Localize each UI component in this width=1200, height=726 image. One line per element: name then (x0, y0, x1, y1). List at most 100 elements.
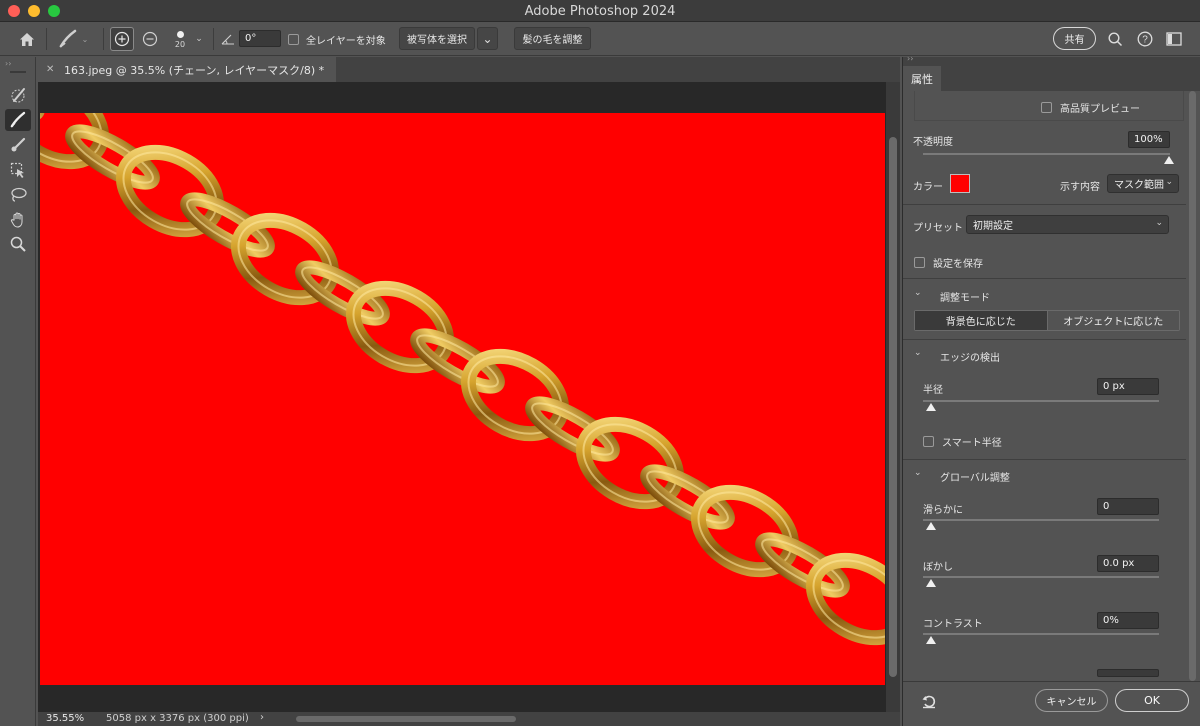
reset-icon (922, 695, 936, 709)
save-settings-checkbox[interactable]: 設定を保存 (914, 255, 983, 270)
adjust-mode-header[interactable]: 調整モード (940, 289, 990, 304)
color-label: カラー (913, 182, 943, 193)
add-to-selection-button[interactable] (110, 27, 134, 51)
object-selection-tool[interactable] (5, 159, 31, 181)
ok-button[interactable]: OK (1115, 689, 1189, 712)
angle-input[interactable]: 0° (239, 30, 281, 47)
canvas-vertical-scrollbar[interactable] (886, 82, 900, 712)
brush-size-picker[interactable]: 20 (168, 22, 192, 56)
preset-dropdown-value: 初期設定 (973, 221, 1013, 232)
refine-hair-button[interactable]: 髪の毛を調整 (514, 27, 591, 50)
canvas-area[interactable] (38, 82, 886, 712)
brush-tool[interactable] (5, 134, 31, 156)
tools-panel: ›› (0, 57, 36, 726)
help-button[interactable]: ? (1135, 22, 1155, 56)
smart-radius-checkbox[interactable]: スマート半径 (923, 434, 1002, 449)
quick-selection-brush-icon (11, 88, 25, 103)
cancel-button[interactable]: キャンセル (1035, 689, 1108, 712)
canvas[interactable] (40, 113, 885, 685)
show-label: 示す内容 (1060, 182, 1100, 193)
checkbox-box[interactable] (288, 33, 299, 45)
title-bar: Adobe Photoshop 2024 (0, 0, 1200, 22)
close-icon[interactable]: ✕ (46, 64, 56, 75)
share-button[interactable]: 共有 (1053, 27, 1096, 50)
chevron-down-icon: ⌄ (1155, 218, 1163, 228)
mode-object-aware[interactable]: オブジェクトに応じた (1046, 311, 1179, 330)
feather-slider-thumb[interactable] (926, 579, 936, 587)
contrast-label: コントラスト (923, 619, 983, 630)
panel-header-strip: ›› (903, 54, 1200, 66)
brush-dot-icon (176, 31, 184, 38)
lasso-icon (11, 187, 27, 202)
quick-selection-tool[interactable] (5, 84, 31, 106)
feather-slider-track[interactable] (923, 576, 1159, 578)
reset-button[interactable] (921, 693, 937, 712)
tab-properties[interactable]: 属性 (903, 66, 941, 91)
checkbox-box[interactable] (923, 436, 934, 447)
opacity-input[interactable]: 100% (1128, 131, 1170, 148)
scrollbar-thumb[interactable] (1189, 91, 1196, 681)
feather-label: ぼかし (923, 562, 953, 573)
document-tab-label: 163.jpeg @ 35.5% (チェーン, レイヤーマスク/8) * (64, 63, 325, 77)
sample-all-layers-label: 全レイヤーを対象 (306, 35, 386, 47)
hand-icon (10, 212, 23, 228)
contrast-input[interactable]: 0% (1097, 612, 1159, 629)
search-button[interactable] (1105, 22, 1125, 56)
panel-tabs: 属性 (903, 66, 1200, 91)
subtract-from-selection-button[interactable] (138, 22, 162, 56)
collapse-chevrons-icon[interactable]: ›› (907, 54, 913, 63)
horizontal-scrollbar-thumb[interactable] (296, 716, 516, 722)
select-subject-dropdown[interactable]: ⌄ (477, 27, 498, 50)
panel-vertical-scrollbar[interactable] (1187, 91, 1199, 681)
lasso-tool[interactable] (5, 184, 31, 206)
preset-dropdown[interactable]: 初期設定 ⌄ (966, 215, 1169, 234)
smooth-slider-track[interactable] (923, 519, 1159, 521)
refine-brush-icon (59, 29, 76, 48)
color-swatch[interactable] (950, 174, 970, 193)
home-button[interactable] (14, 22, 40, 56)
save-settings-label: 設定を保存 (933, 259, 983, 270)
refine-edge-brush-icon (10, 111, 26, 128)
status-menu-arrow[interactable]: › (260, 712, 264, 723)
chevron-down-icon: ⌄ (81, 34, 89, 44)
radius-slider-thumb[interactable] (926, 403, 936, 411)
opacity-slider-thumb[interactable] (1164, 156, 1174, 164)
edge-detection-header[interactable]: エッジの検出 (940, 349, 1000, 364)
workspace-button[interactable] (1164, 22, 1184, 56)
scrollbar-thumb[interactable] (889, 137, 897, 677)
zoom-level[interactable]: 35.55% (46, 713, 84, 724)
properties-panel: ›› 属性 高品質プレビュー 不透明度 100% カラー 示す内容 マスク範囲 … (902, 54, 1200, 726)
plus-circle-icon (114, 31, 130, 47)
show-dropdown[interactable]: マスク範囲 ⌄ (1107, 174, 1179, 193)
options-bar: ⌄ 20 ⌄ 0° 全レイヤーを対象 被写体を選択 ⌄ 髪の毛を調整 共有 ? (0, 22, 1200, 56)
smart-radius-label: スマート半径 (942, 438, 1002, 449)
document-tab[interactable]: ✕ 163.jpeg @ 35.5% (チェーン, レイヤーマスク/8) * (38, 57, 336, 82)
brush-size-dropdown[interactable]: ⌄ (192, 22, 206, 56)
contrast-slider-thumb[interactable] (926, 636, 936, 644)
smooth-slider-thumb[interactable] (926, 522, 936, 530)
mode-color-aware[interactable]: 背景色に応じた (915, 311, 1047, 330)
global-refine-header[interactable]: グローバル調整 (940, 469, 1010, 484)
next-field-partial[interactable] (1097, 669, 1159, 677)
document-size: 5058 px x 3376 px (300 ppi) (106, 713, 249, 724)
feather-input[interactable]: 0.0 px (1097, 555, 1159, 572)
refine-edge-brush-tool[interactable] (5, 109, 31, 131)
chevron-down-icon[interactable]: ⌄ (914, 468, 922, 478)
chevron-down-icon[interactable]: ⌄ (914, 348, 922, 358)
hq-preview-checkbox[interactable]: 高品質プレビュー (1041, 100, 1140, 115)
radius-slider-track[interactable] (923, 400, 1159, 402)
chevron-down-icon[interactable]: ⌄ (914, 288, 922, 298)
sample-all-layers-checkbox[interactable]: 全レイヤーを対象 (288, 22, 388, 56)
radius-input[interactable]: 0 px (1097, 378, 1159, 395)
select-subject-button[interactable]: 被写体を選択 (399, 27, 475, 50)
hand-tool[interactable] (5, 209, 31, 231)
opacity-slider-track[interactable] (923, 153, 1170, 155)
collapse-chevrons-icon[interactable]: ›› (5, 59, 11, 68)
smooth-input[interactable]: 0 (1097, 498, 1159, 515)
tool-preset-picker[interactable]: ⌄ (54, 22, 92, 56)
window-title: Adobe Photoshop 2024 (524, 4, 676, 19)
zoom-tool[interactable] (5, 233, 31, 255)
contrast-slider-track[interactable] (923, 633, 1159, 635)
checkbox-box[interactable] (1041, 102, 1052, 113)
checkbox-box[interactable] (914, 257, 925, 268)
